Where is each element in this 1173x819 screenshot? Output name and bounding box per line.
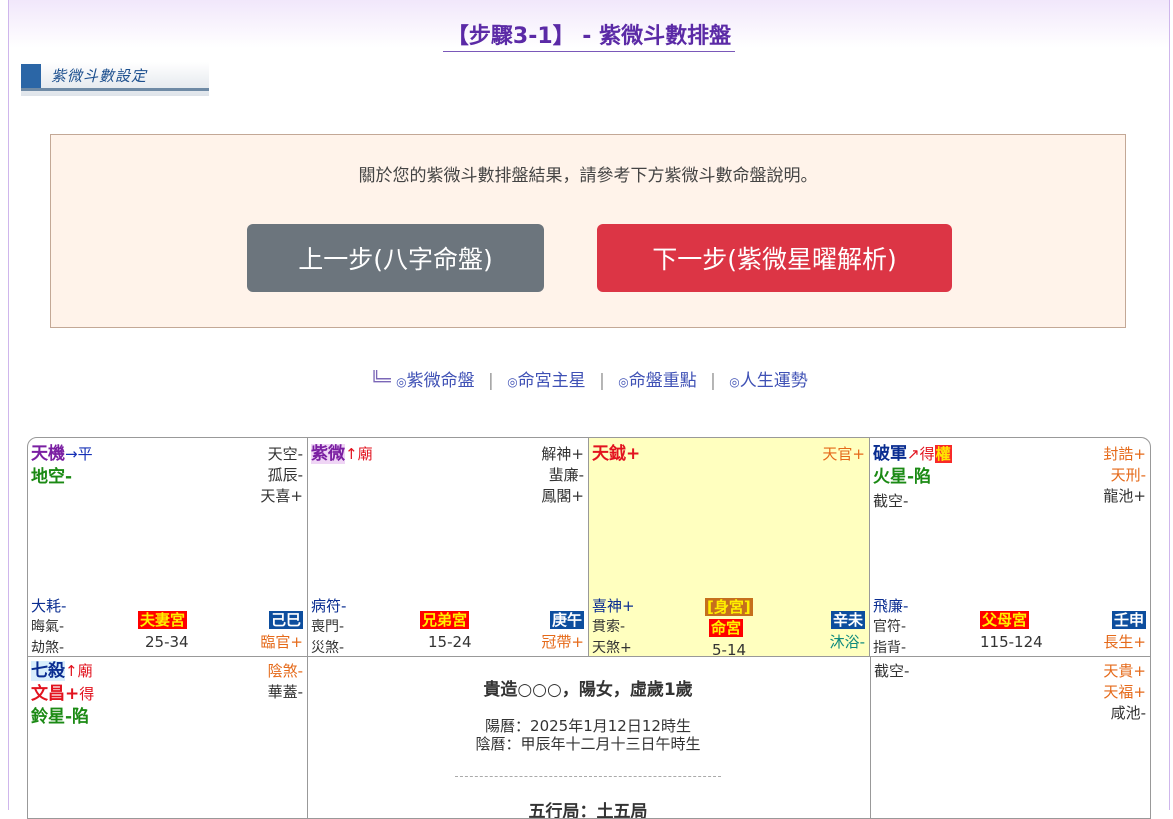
ziwei-settings-logo: 紫微斗數設定 — [21, 62, 209, 96]
corner-icon: ╚═ — [370, 371, 391, 391]
palace-name: 命宮 — [709, 619, 744, 637]
intro-text: 關於您的紫微斗數排盤結果，請參考下方紫微斗數命盤說明。 — [358, 166, 818, 186]
five-elements: 五行局：土五局 — [528, 802, 648, 819]
nav-link-ziwei-chart[interactable]: 紫微命盤 — [407, 371, 475, 391]
nav-link-life-fortune[interactable]: 人生運勢 — [740, 371, 808, 391]
palace-cell-chen[interactable]: 七殺↑廟 文昌+得 鈴星-陷 陰煞- 華蓋- — [28, 657, 308, 818]
next-step-button[interactable]: 下一步(紫微星曜解析) — [597, 224, 952, 292]
page-frame: 【步驟3-1】 - 紫微斗數排盤 紫微斗數設定 關於您的紫微斗數排盤結果，請參考… — [8, 0, 1170, 819]
ziwei-chart: 天機→平 地空- 天空- 孤辰- 天喜+ 大耗- 晦氣- 劫煞- 夫妻宮 25-34… — [27, 437, 1151, 819]
nav-link-main-stars[interactable]: 命宮主星 — [518, 371, 586, 391]
palace-name: 兄弟宮 — [420, 611, 470, 629]
palace-cell-shen[interactable]: 破軍↗得權 火星-陷 截空- 封誥+ 天刑- 龍池+ 飛廉- 官符- 指背- 父母宮… — [870, 438, 1150, 657]
page-title: 【步驟3-1】 - 紫微斗數排盤 — [9, 18, 1169, 52]
palace-cell-you[interactable]: 截空- 天貴+ 天福+ 咸池- — [870, 657, 1150, 818]
nav-link-chart-highlights[interactable]: 命盤重點 — [629, 371, 697, 391]
palace-name: 父母宮 — [980, 611, 1030, 629]
palace-name: 夫妻宮 — [138, 611, 188, 629]
body-palace-tag: [身宮] — [705, 598, 753, 616]
section-nav: ╚═ ◎紫微命盤 | ◎命宮主星 | ◎命盤重點 | ◎人生運勢 — [370, 371, 808, 391]
intro-box: 關於您的紫微斗數排盤結果，請參考下方紫微斗數命盤說明。 上一步(八字命盤) 下一… — [50, 134, 1126, 328]
prev-step-button[interactable]: 上一步(八字命盤) — [247, 224, 544, 292]
palace-cell-wei[interactable]: 天鉞+ 天官+ 喜神+ 貫索- 天煞+ [身宮] 命宮 5-14 辛未 沐浴- — [589, 438, 870, 657]
lunar-birth: 陰曆：甲辰年十二月十三日午時生 — [475, 735, 701, 753]
person-summary: 貴造○○○，陽女，虛歲1歲 — [483, 680, 693, 700]
palace-cell-si[interactable]: 天機→平 地空- 天空- 孤辰- 天喜+ 大耗- 晦氣- 劫煞- 夫妻宮 25-34… — [28, 438, 308, 657]
palace-cell-wu[interactable]: 紫微↑廟 解神+ 蜚廉- 鳳閣+ 病符- 喪門- 災煞- 兄弟宮 15-24 庚午 … — [308, 438, 589, 657]
chart-center-info: 貴造○○○，陽女，虛歲1歲 陽曆：2025年1月12日12時生 陰曆：甲辰年十二… — [307, 657, 869, 819]
